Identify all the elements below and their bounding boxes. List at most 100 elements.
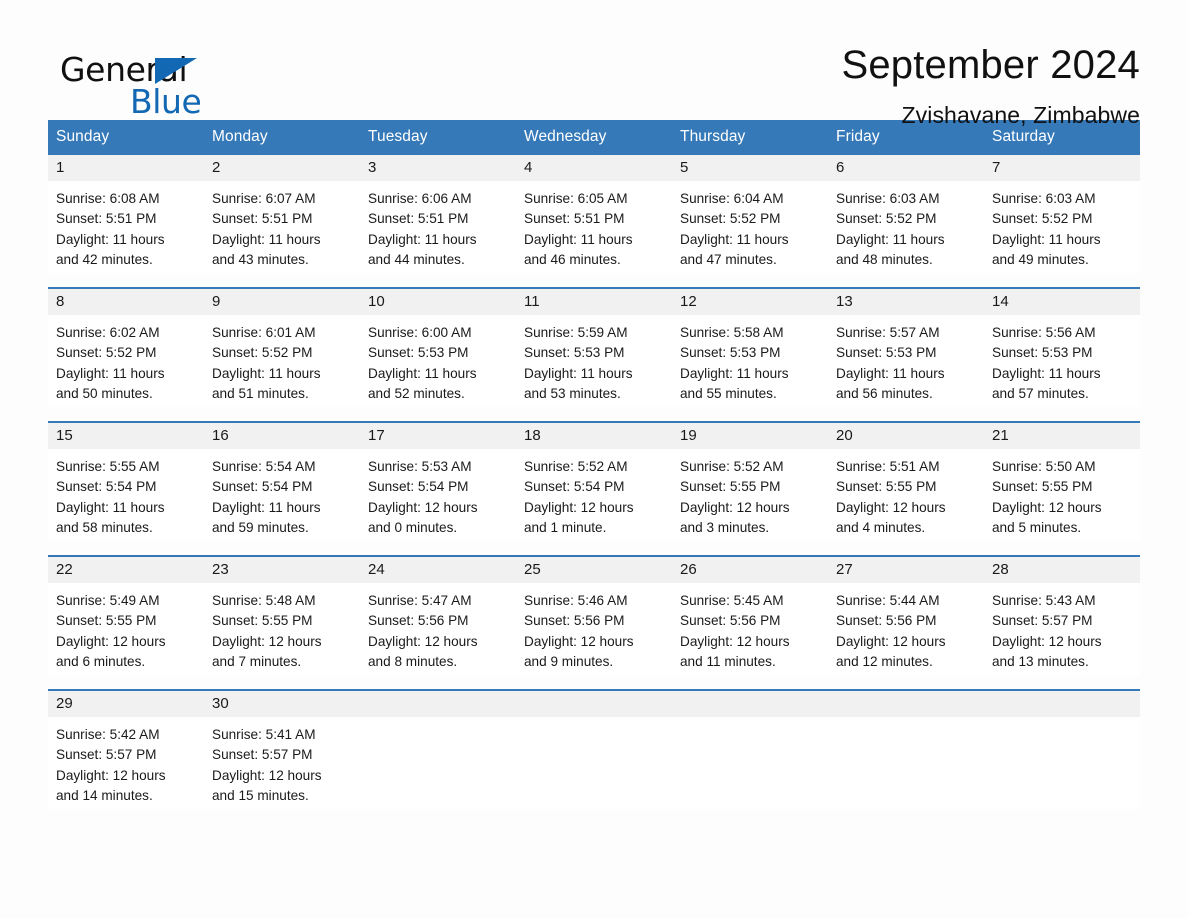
daylight-duration-line1: Daylight: 12 hours	[992, 499, 1102, 515]
day-sun-info: Sunrise: 5:58 AM Sunset: 5:53 PM Daylight:…	[672, 315, 828, 404]
day-number: 17	[360, 423, 516, 449]
day-sun-info: Sunrise: 5:57 AM Sunset: 5:53 PM Daylight:…	[828, 315, 984, 404]
calendar-day-cell[interactable]: 20 Sunrise: 5:51 AM Sunset: 5:55 PM Dayligh…	[828, 421, 984, 541]
sunset-time: Sunset: 5:56 PM	[680, 613, 781, 629]
daylight-duration-line1: Daylight: 12 hours	[56, 767, 166, 783]
sunrise-time: Sunrise: 5:46 AM	[524, 593, 628, 608]
day-number: 13	[828, 289, 984, 315]
calendar-day-cell[interactable]: 30 Sunrise: 5:41 AM Sunset: 5:57 PM Dayligh…	[204, 689, 360, 809]
calendar-day-cell[interactable]: 1 Sunrise: 6:08 AM Sunset: 5:51 PM Daylight…	[48, 155, 204, 273]
sunrise-time: Sunrise: 5:51 AM	[836, 459, 940, 474]
day-number: 2	[204, 155, 360, 181]
calendar-empty-cell	[672, 689, 828, 809]
calendar-day-cell[interactable]: 19 Sunrise: 5:52 AM Sunset: 5:55 PM Dayligh…	[672, 421, 828, 541]
sunrise-time: Sunrise: 5:49 AM	[56, 593, 160, 608]
sunrise-time: Sunrise: 5:52 AM	[524, 459, 628, 474]
calendar-day-cell[interactable]: 7 Sunrise: 6:03 AM Sunset: 5:52 PM Daylight…	[984, 155, 1140, 273]
title-block: September 2024 Zvishavane, Zimbabwe	[268, 42, 1140, 129]
calendar-day-cell[interactable]: 27 Sunrise: 5:44 AM Sunset: 5:56 PM Dayligh…	[828, 555, 984, 675]
sunrise-time: Sunrise: 5:52 AM	[680, 459, 784, 474]
daylight-duration-line1: Daylight: 12 hours	[368, 633, 478, 649]
calendar-day-cell[interactable]: 21 Sunrise: 5:50 AM Sunset: 5:55 PM Dayligh…	[984, 421, 1140, 541]
calendar-day-cell[interactable]: 11 Sunrise: 5:59 AM Sunset: 5:53 PM Dayligh…	[516, 287, 672, 407]
calendar-day-cell[interactable]: 16 Sunrise: 5:54 AM Sunset: 5:54 PM Dayligh…	[204, 421, 360, 541]
day-sun-info: Sunrise: 5:42 AM Sunset: 5:57 PM Daylight:…	[48, 717, 204, 806]
calendar-day-cell[interactable]: 22 Sunrise: 5:49 AM Sunset: 5:55 PM Dayligh…	[48, 555, 204, 675]
calendar-day-cell[interactable]: 8 Sunrise: 6:02 AM Sunset: 5:52 PM Daylight…	[48, 287, 204, 407]
sunrise-time: Sunrise: 5:50 AM	[992, 459, 1096, 474]
day-sun-info: Sunrise: 6:02 AM Sunset: 5:52 PM Daylight:…	[48, 315, 204, 404]
day-number: 25	[516, 557, 672, 583]
day-sun-info: Sunrise: 6:08 AM Sunset: 5:51 PM Daylight:…	[48, 181, 204, 270]
calendar-day-cell[interactable]: 28 Sunrise: 5:43 AM Sunset: 5:57 PM Dayligh…	[984, 555, 1140, 675]
sunset-time: Sunset: 5:52 PM	[836, 211, 937, 227]
calendar-day-cell[interactable]: 23 Sunrise: 5:48 AM Sunset: 5:55 PM Dayligh…	[204, 555, 360, 675]
day-number: 7	[984, 155, 1140, 181]
sunset-time: Sunset: 5:54 PM	[212, 479, 313, 495]
daylight-duration-line1: Daylight: 12 hours	[524, 633, 634, 649]
daylight-duration-line2: and 15 minutes.	[212, 787, 309, 803]
sunset-time: Sunset: 5:54 PM	[524, 479, 625, 495]
sunrise-time: Sunrise: 5:59 AM	[524, 325, 628, 340]
calendar-day-cell[interactable]: 15 Sunrise: 5:55 AM Sunset: 5:54 PM Dayligh…	[48, 421, 204, 541]
daylight-duration-line1: Daylight: 11 hours	[836, 231, 945, 247]
day-sun-info: Sunrise: 5:45 AM Sunset: 5:56 PM Daylight:…	[672, 583, 828, 672]
daylight-duration-line2: and 48 minutes.	[836, 251, 933, 267]
day-sun-info: Sunrise: 5:50 AM Sunset: 5:55 PM Daylight:…	[984, 449, 1140, 538]
calendar-day-cell[interactable]: 13 Sunrise: 5:57 AM Sunset: 5:53 PM Dayligh…	[828, 287, 984, 407]
sunset-time: Sunset: 5:55 PM	[212, 613, 313, 629]
calendar-day-cell[interactable]: 17 Sunrise: 5:53 AM Sunset: 5:54 PM Dayligh…	[360, 421, 516, 541]
daylight-duration-line2: and 46 minutes.	[524, 251, 621, 267]
calendar-day-cell[interactable]: 2 Sunrise: 6:07 AM Sunset: 5:51 PM Daylight…	[204, 155, 360, 273]
daylight-duration-line2: and 53 minutes.	[524, 385, 621, 401]
daylight-duration-line1: Daylight: 12 hours	[212, 767, 322, 783]
calendar-day-cell[interactable]: 12 Sunrise: 5:58 AM Sunset: 5:53 PM Dayligh…	[672, 287, 828, 407]
location-subtitle: Zvishavane, Zimbabwe	[901, 102, 1140, 128]
sunrise-time: Sunrise: 5:47 AM	[368, 593, 472, 608]
day-number: 20	[828, 423, 984, 449]
calendar-day-cell[interactable]: 18 Sunrise: 5:52 AM Sunset: 5:54 PM Dayligh…	[516, 421, 672, 541]
day-number: 4	[516, 155, 672, 181]
daylight-duration-line2: and 51 minutes.	[212, 385, 309, 401]
calendar-week-row: 15 Sunrise: 5:55 AM Sunset: 5:54 PM Dayligh…	[48, 421, 1140, 541]
calendar-body: 1 Sunrise: 6:08 AM Sunset: 5:51 PM Daylight…	[48, 155, 1140, 809]
daylight-duration-line1: Daylight: 12 hours	[680, 499, 790, 515]
calendar-day-cell[interactable]: 24 Sunrise: 5:47 AM Sunset: 5:56 PM Dayligh…	[360, 555, 516, 675]
daylight-duration-line1: Daylight: 11 hours	[56, 231, 165, 247]
brand-word-blue: Blue	[130, 82, 202, 121]
calendar-day-cell[interactable]: 26 Sunrise: 5:45 AM Sunset: 5:56 PM Dayligh…	[672, 555, 828, 675]
daylight-duration-line2: and 5 minutes.	[992, 519, 1082, 535]
calendar-day-cell[interactable]: 3 Sunrise: 6:06 AM Sunset: 5:51 PM Daylight…	[360, 155, 516, 273]
daylight-duration-line1: Daylight: 12 hours	[524, 499, 634, 515]
sunset-time: Sunset: 5:56 PM	[368, 613, 469, 629]
sunset-time: Sunset: 5:53 PM	[524, 345, 625, 361]
sunrise-time: Sunrise: 5:44 AM	[836, 593, 940, 608]
calendar-day-cell[interactable]: 6 Sunrise: 6:03 AM Sunset: 5:52 PM Daylight…	[828, 155, 984, 273]
day-sun-info: Sunrise: 5:46 AM Sunset: 5:56 PM Daylight:…	[516, 583, 672, 672]
calendar-day-cell[interactable]: 4 Sunrise: 6:05 AM Sunset: 5:51 PM Daylight…	[516, 155, 672, 273]
general-blue-logo[interactable]: General Blue	[48, 42, 268, 121]
day-number: 8	[48, 289, 204, 315]
calendar-day-cell[interactable]: 29 Sunrise: 5:42 AM Sunset: 5:57 PM Dayligh…	[48, 689, 204, 809]
day-sun-info: Sunrise: 6:01 AM Sunset: 5:52 PM Daylight:…	[204, 315, 360, 404]
daylight-duration-line1: Daylight: 11 hours	[836, 365, 945, 381]
calendar-day-cell[interactable]: 5 Sunrise: 6:04 AM Sunset: 5:52 PM Daylight…	[672, 155, 828, 273]
day-number: 16	[204, 423, 360, 449]
calendar-day-cell[interactable]: 14 Sunrise: 5:56 AM Sunset: 5:53 PM Dayligh…	[984, 287, 1140, 407]
sunset-time: Sunset: 5:53 PM	[836, 345, 937, 361]
calendar-day-cell[interactable]: 10 Sunrise: 6:00 AM Sunset: 5:53 PM Dayligh…	[360, 287, 516, 407]
calendar-day-cell[interactable]: 9 Sunrise: 6:01 AM Sunset: 5:52 PM Daylight…	[204, 287, 360, 407]
daylight-duration-line1: Daylight: 11 hours	[212, 365, 321, 381]
daylight-duration-line2: and 49 minutes.	[992, 251, 1089, 267]
day-number: 19	[672, 423, 828, 449]
day-sun-info: Sunrise: 6:05 AM Sunset: 5:51 PM Daylight:…	[516, 181, 672, 270]
day-sun-info: Sunrise: 5:49 AM Sunset: 5:55 PM Daylight:…	[48, 583, 204, 672]
week-spacer-cell	[48, 273, 1140, 288]
daylight-duration-line2: and 44 minutes.	[368, 251, 465, 267]
calendar-day-cell[interactable]: 25 Sunrise: 5:46 AM Sunset: 5:56 PM Dayligh…	[516, 555, 672, 675]
sunrise-time: Sunrise: 5:54 AM	[212, 459, 316, 474]
calendar-week-row: 29 Sunrise: 5:42 AM Sunset: 5:57 PM Dayligh…	[48, 689, 1140, 809]
sunset-time: Sunset: 5:54 PM	[56, 479, 157, 495]
daylight-duration-line2: and 57 minutes.	[992, 385, 1089, 401]
day-sun-info: Sunrise: 6:07 AM Sunset: 5:51 PM Daylight:…	[204, 181, 360, 270]
